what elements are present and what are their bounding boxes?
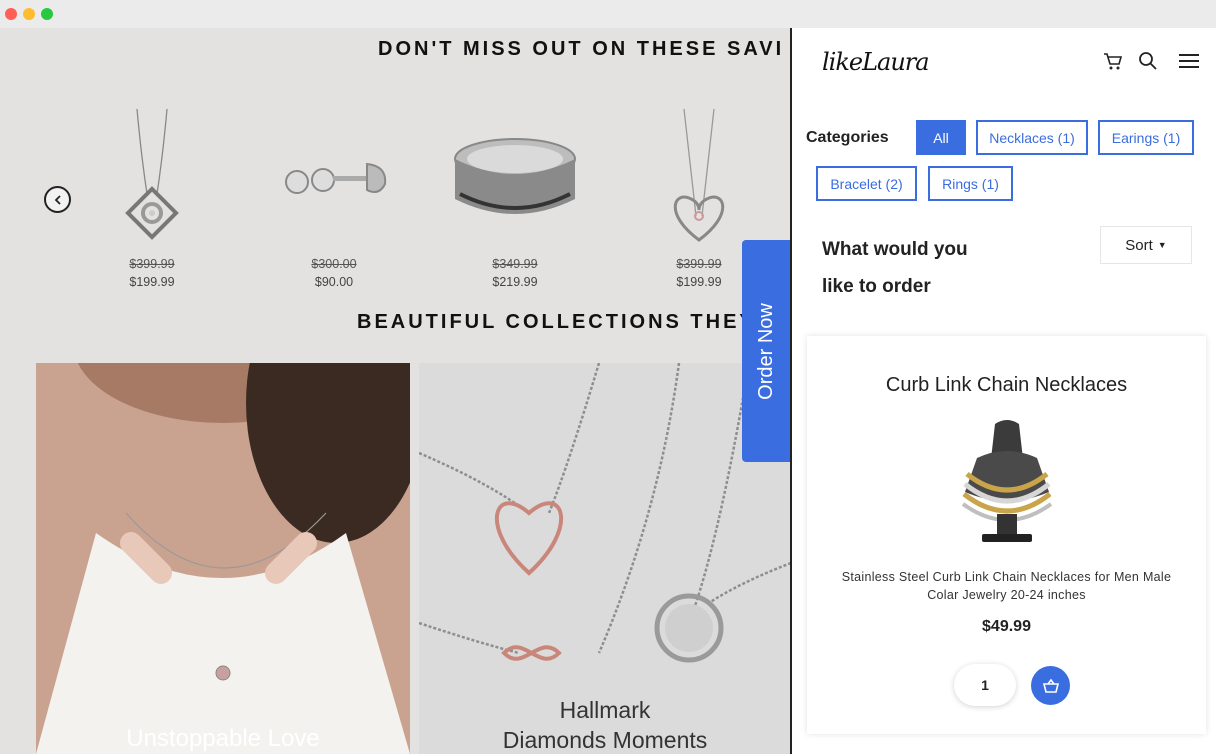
caption-line-2: Diamonds Moments xyxy=(502,727,708,753)
banner-caption: Unstoppable Love xyxy=(126,725,320,752)
banner-caption: Hallmark Diamonds Moments xyxy=(419,695,791,754)
cart-icon[interactable] xyxy=(1102,50,1124,72)
order-question-line-2: like to order xyxy=(822,276,931,297)
product-card[interactable]: $399.99 $199.99 xyxy=(77,104,227,294)
product-price: $49.99 xyxy=(982,618,1031,635)
old-price: $349.99 xyxy=(492,257,538,271)
hamburger-menu-icon[interactable] xyxy=(1178,50,1200,72)
old-price: $399.99 xyxy=(129,257,175,271)
collections-heading: BEAUTIFUL COLLECTIONS THEY xyxy=(357,311,756,333)
categories-label: Categories xyxy=(806,129,889,146)
close-window-button[interactable] xyxy=(5,8,17,20)
add-to-basket-button[interactable] xyxy=(1031,666,1070,705)
woman-necklace-photo xyxy=(36,363,410,754)
order-now-button[interactable]: Order Now xyxy=(742,240,791,462)
order-question: What would you like to order xyxy=(822,231,1022,305)
sale-price: $219.99 xyxy=(492,275,538,289)
order-panel: likeLaura Categories All Necklaces (1) E… xyxy=(792,28,1216,754)
sort-dropdown[interactable]: Sort ▼ xyxy=(1100,226,1192,264)
product-description: Stainless Steel Curb Link Chain Necklace… xyxy=(841,570,1172,602)
product-card[interactable]: $349.99 $219.99 xyxy=(440,104,590,294)
sale-price: $199.99 xyxy=(129,275,175,289)
category-all-button[interactable]: All xyxy=(916,120,966,155)
chevron-left-icon xyxy=(54,194,61,205)
category-bracelet-button[interactable]: Bracelet (2) xyxy=(816,166,917,201)
search-icon[interactable] xyxy=(1137,50,1159,72)
hallmark-diamonds-banner[interactable]: Hallmark Diamonds Moments xyxy=(419,363,791,754)
unstoppable-love-banner[interactable]: Unstoppable Love xyxy=(36,363,410,754)
product-card[interactable]: $300.00 $90.00 xyxy=(259,104,409,294)
minimize-window-button[interactable] xyxy=(23,8,35,20)
sort-label: Sort xyxy=(1125,236,1153,254)
order-question-line-1: What would you xyxy=(822,239,968,260)
old-price: $300.00 xyxy=(311,257,357,271)
maximize-window-button[interactable] xyxy=(41,8,53,20)
category-earings-button[interactable]: Earings (1) xyxy=(1098,120,1194,155)
band-ring-icon xyxy=(454,138,576,214)
love-knot-pendant-icon xyxy=(125,108,179,240)
sale-price: $90.00 xyxy=(314,275,354,289)
quantity-input[interactable]: 1 xyxy=(954,664,1016,706)
caption-line-1: Hallmark xyxy=(559,697,651,723)
basket-icon xyxy=(1042,678,1059,693)
product-card: Curb Link Chain Necklaces Stainless Stee… xyxy=(807,336,1206,734)
heart-pendant-icon xyxy=(673,108,725,242)
order-now-label: Order Now xyxy=(755,302,778,400)
category-necklaces-button[interactable]: Necklaces (1) xyxy=(976,120,1088,155)
store-page: DON'T MISS OUT ON THESE SAVI $399.99 $19… xyxy=(0,28,791,754)
carousel-prev-button[interactable] xyxy=(44,186,71,213)
product-title[interactable]: Curb Link Chain Necklaces xyxy=(807,374,1206,397)
stud-earrings-icon xyxy=(285,162,387,194)
chain-necklace-image[interactable] xyxy=(937,414,1077,544)
category-rings-button[interactable]: Rings (1) xyxy=(928,166,1013,201)
browser-window: DON'T MISS OUT ON THESE SAVI $399.99 $19… xyxy=(0,0,1216,754)
caret-down-icon: ▼ xyxy=(1157,240,1167,250)
title-bar xyxy=(0,0,1216,28)
brand-logo[interactable]: likeLaura xyxy=(822,48,930,76)
savings-heading: DON'T MISS OUT ON THESE SAVI xyxy=(378,38,785,60)
